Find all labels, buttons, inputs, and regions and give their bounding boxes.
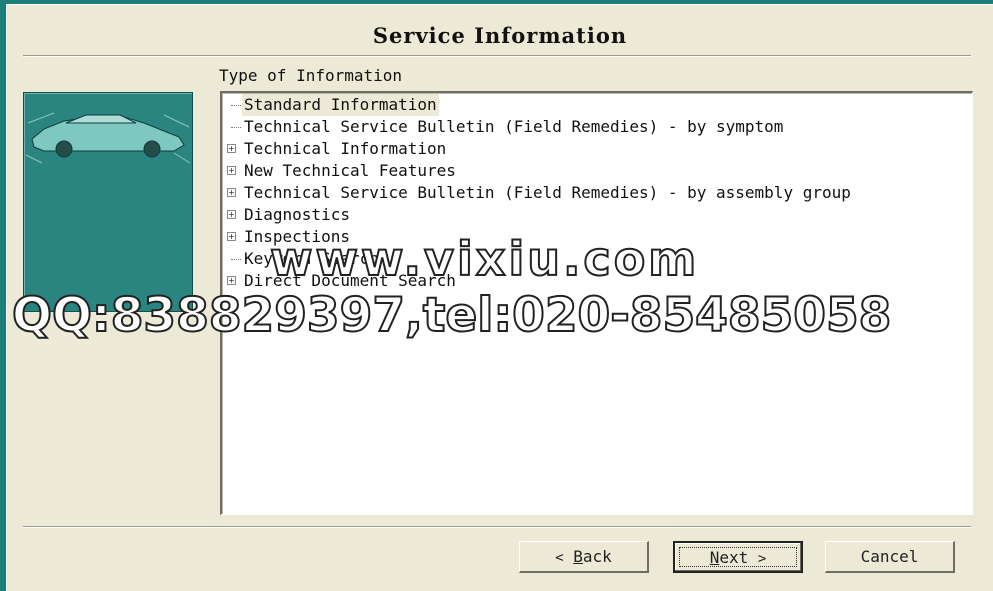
tree-item-label: Diagnostics [244, 205, 350, 224]
watermark-site: www.vixiu.com [269, 231, 700, 287]
chevron-left-icon: < [555, 550, 564, 566]
dialog-title: Service Information [372, 23, 628, 48]
cancel-button[interactable]: Cancel [825, 541, 955, 573]
tree-connector [231, 105, 241, 106]
tree-connector [231, 259, 241, 260]
car-illustration [23, 92, 193, 312]
watermark-contact: QQ:838829397,tel:020-85485058 [11, 287, 892, 344]
tree-item-label: Technical Service Bulletin (Field Remedi… [244, 183, 851, 202]
plus-box-icon[interactable]: + [227, 276, 236, 285]
back-button[interactable]: < Back [519, 541, 649, 573]
back-mnemonic: B [573, 547, 583, 566]
title-divider [23, 55, 971, 57]
tree-connector [231, 127, 241, 128]
plus-box-icon[interactable]: + [227, 166, 236, 175]
tree-item-label: Standard Information [242, 94, 439, 116]
next-button[interactable]: Next > [673, 541, 803, 573]
plus-box-icon[interactable]: + [227, 144, 236, 153]
tree-item-label: Technical Information [244, 139, 447, 158]
plus-box-icon[interactable]: + [227, 188, 236, 197]
tree-item-label: New Technical Features [244, 161, 456, 180]
back-label: ack [582, 547, 612, 566]
focus-rectangle [679, 547, 797, 567]
tree-item-label: Technical Service Bulletin (Field Remedi… [244, 117, 784, 136]
button-divider [23, 526, 971, 528]
plus-box-icon[interactable]: + [227, 232, 236, 241]
type-of-information-label: Type of Information [219, 66, 403, 85]
plus-box-icon[interactable]: + [227, 210, 236, 219]
